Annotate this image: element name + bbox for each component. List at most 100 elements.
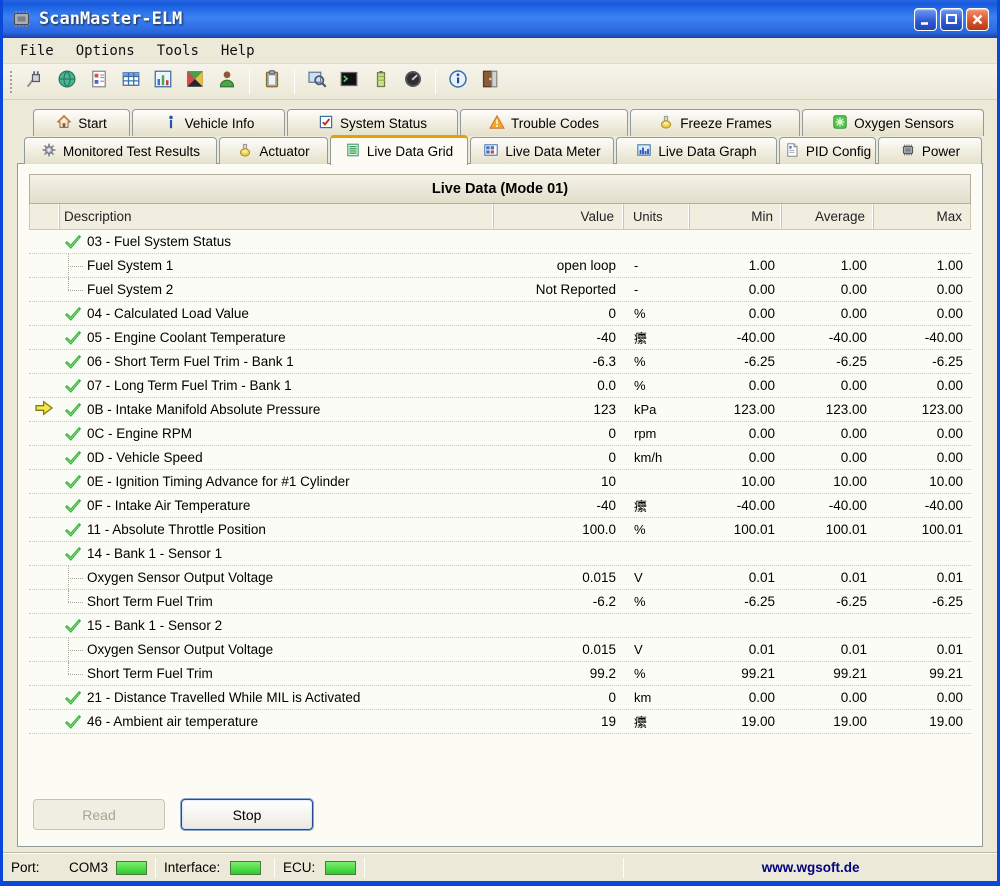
cell-min: -6.25 — [691, 590, 783, 613]
cell-units: V — [625, 566, 691, 589]
table-row[interactable]: 0C - Engine RPM0rpm0.000.000.00 — [29, 422, 971, 446]
tab-freeze-frames[interactable]: Freeze Frames — [630, 109, 800, 136]
table-row[interactable]: Short Term Fuel Trim-6.2%-6.25-6.25-6.25 — [29, 590, 971, 614]
toolbar-gripper[interactable] — [9, 70, 14, 94]
description-text: 11 - Absolute Throttle Position — [87, 522, 266, 537]
ecu-led-indicator — [325, 861, 356, 875]
toolbar-group — [301, 68, 429, 96]
gauge-icon — [403, 69, 423, 94]
description-text: Fuel System 2 — [87, 282, 173, 297]
info-toolbar-button[interactable] — [444, 68, 472, 96]
tab-actuator[interactable]: Actuator — [219, 137, 328, 164]
cell-value: 19 — [495, 710, 625, 733]
description-text: 46 - Ambient air temperature — [87, 714, 258, 729]
cell-max: 0.00 — [875, 302, 971, 325]
table-row[interactable]: 14 - Bank 1 - Sensor 1 — [29, 542, 971, 566]
column-header-min[interactable]: Min — [690, 204, 782, 229]
menu-item-file[interactable]: File — [9, 40, 65, 62]
minimize-button[interactable] — [914, 8, 937, 31]
tab-oxygen-sensors[interactable]: Oxygen Sensors — [802, 109, 984, 136]
cell-value: 0.0 — [495, 374, 625, 397]
cell-value: 100.0 — [495, 518, 625, 541]
close-button[interactable] — [966, 8, 989, 31]
supported-check-icon — [59, 422, 87, 445]
column-header-value[interactable]: Value — [494, 204, 624, 229]
cell-max: 100.01 — [875, 518, 971, 541]
table-row[interactable]: Oxygen Sensor Output Voltage0.015V0.010.… — [29, 638, 971, 662]
table-row[interactable]: Oxygen Sensor Output Voltage0.015V0.010.… — [29, 566, 971, 590]
cell-min: 123.00 — [691, 398, 783, 421]
tree-line — [59, 566, 87, 589]
tab-trouble-codes[interactable]: Trouble Codes — [460, 109, 628, 136]
cell-description: 21 - Distance Travelled While MIL is Act… — [59, 686, 495, 709]
globe-toolbar-button[interactable] — [53, 68, 81, 96]
column-header-average[interactable]: Average — [782, 204, 874, 229]
tab-live-data-graph[interactable]: Live Data Graph — [616, 137, 777, 164]
window-colors-toolbar-button[interactable] — [181, 68, 209, 96]
cell-average: 19.00 — [783, 710, 875, 733]
interface-led-indicator — [230, 861, 261, 875]
description-text: 0B - Intake Manifold Absolute Pressure — [87, 402, 320, 417]
table-row[interactable]: 21 - Distance Travelled While MIL is Act… — [29, 686, 971, 710]
menu-item-tools[interactable]: Tools — [146, 40, 210, 62]
table-row[interactable]: 06 - Short Term Fuel Trim - Bank 1-6.3%-… — [29, 350, 971, 374]
grid-icon — [483, 142, 499, 161]
tab-power[interactable]: Power — [878, 137, 982, 164]
toolbar-separator — [435, 70, 436, 94]
tab-start[interactable]: Start — [33, 109, 130, 136]
report-toolbar-button[interactable] — [85, 68, 113, 96]
search-toolbar-button[interactable] — [303, 68, 331, 96]
cell-description: 07 - Long Term Fuel Trim - Bank 1 — [59, 374, 495, 397]
menu-item-options[interactable]: Options — [65, 40, 146, 62]
table-toolbar-button[interactable] — [117, 68, 145, 96]
status-ecu: ECU: — [275, 854, 364, 881]
column-header-description[interactable]: Description — [60, 204, 494, 229]
table-row[interactable]: 46 - Ambient air temperature19癳19.0019.0… — [29, 710, 971, 734]
tab-monitored-test-results[interactable]: Monitored Test Results — [24, 137, 217, 164]
terminal-toolbar-button[interactable] — [335, 68, 363, 96]
table-row[interactable]: 04 - Calculated Load Value0%0.000.000.00 — [29, 302, 971, 326]
menu-item-help[interactable]: Help — [210, 40, 266, 62]
chart-toolbar-button[interactable] — [149, 68, 177, 96]
clipboard-toolbar-button[interactable] — [258, 68, 286, 96]
tab-pid-config[interactable]: PID Config — [779, 137, 876, 164]
table-row[interactable]: 0B - Intake Manifold Absolute Pressure 12… — [29, 398, 971, 422]
cell-description: 46 - Ambient air temperature — [59, 710, 495, 733]
table-row[interactable]: 15 - Bank 1 - Sensor 2 — [29, 614, 971, 638]
user-toolbar-button[interactable] — [213, 68, 241, 96]
column-header-units[interactable]: Units — [624, 204, 690, 229]
table-row[interactable]: 0E - Ignition Timing Advance for #1 Cyli… — [29, 470, 971, 494]
column-header-indicator[interactable] — [30, 204, 60, 229]
table-row[interactable]: 07 - Long Term Fuel Trim - Bank 10.0%0.0… — [29, 374, 971, 398]
supported-check-icon — [59, 614, 87, 637]
table-row[interactable]: 05 - Engine Coolant Temperature-40癳-40.0… — [29, 326, 971, 350]
tab-system-status[interactable]: System Status — [287, 109, 458, 136]
maximize-button[interactable] — [940, 8, 963, 31]
cell-min: -40.00 — [691, 326, 783, 349]
battery-toolbar-button[interactable] — [367, 68, 395, 96]
cell-average — [783, 614, 875, 637]
cell-min: -40.00 — [691, 494, 783, 517]
table-row[interactable]: 0D - Vehicle Speed0km/h0.000.000.00 — [29, 446, 971, 470]
connect-plug-toolbar-button[interactable] — [21, 68, 49, 96]
table-row[interactable]: 03 - Fuel System Status — [29, 230, 971, 254]
cell-average — [783, 230, 875, 253]
table-row[interactable]: 11 - Absolute Throttle Position100.0%100… — [29, 518, 971, 542]
tab-live-data-meter[interactable]: Live Data Meter — [470, 137, 614, 164]
exit-toolbar-button[interactable] — [476, 68, 504, 96]
table-row[interactable]: 0F - Intake Air Temperature-40癳-40.00-40… — [29, 494, 971, 518]
read-button[interactable]: Read — [33, 799, 165, 830]
table-row[interactable]: Fuel System 1open loop-1.001.001.00 — [29, 254, 971, 278]
tab-live-data-grid[interactable]: Live Data Grid — [330, 135, 468, 165]
window-title: ScanMaster-ELM — [39, 9, 914, 29]
cell-units: rpm — [625, 422, 691, 445]
website-link[interactable]: www.wgsoft.de — [624, 854, 997, 881]
table-row[interactable]: Short Term Fuel Trim99.2%99.2199.2199.21 — [29, 662, 971, 686]
tab-label: Trouble Codes — [511, 116, 599, 131]
stop-button[interactable]: Stop — [181, 799, 313, 830]
column-header-max[interactable]: Max — [874, 204, 970, 229]
row-indicator-cell — [29, 350, 59, 373]
gauge-toolbar-button[interactable] — [399, 68, 427, 96]
tab-vehicle-info[interactable]: Vehicle Info — [132, 109, 285, 136]
table-row[interactable]: Fuel System 2Not Reported-0.000.000.00 — [29, 278, 971, 302]
